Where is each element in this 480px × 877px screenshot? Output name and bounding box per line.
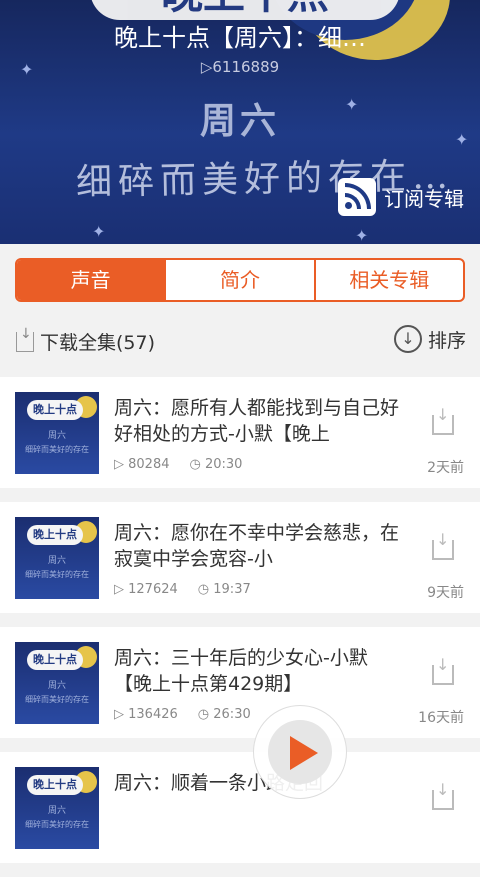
episode-title: 周六：愿所有人都能找到与自己好好相处的方式-小默【晚上 (114, 397, 400, 445)
episode-meta: ▷ 136426 ◷ 26:30 (114, 707, 251, 722)
download-all-button[interactable]: 下载全集(57) (16, 326, 156, 355)
tab-intro[interactable]: 简介 (164, 260, 313, 300)
play-count: ▷ 127624 (114, 582, 178, 597)
list-toolbar: 下载全集(57) ↓ 排序 (0, 320, 480, 364)
download-all-label: 下载全集(57) (40, 332, 156, 354)
download-icon[interactable] (432, 780, 454, 810)
star-icon: ✦ (20, 60, 34, 79)
star-icon: ✦ (455, 130, 469, 149)
play-count: ▷ 136426 (114, 707, 178, 722)
episode-title: 周六：愿你在不幸中学会慈悲，在寂寞中学会宽容-小 (114, 522, 400, 570)
episode-thumbnail: 晚上十点 周六 细碎而美好的存在 (15, 642, 99, 724)
star-icon: ✦ (92, 222, 106, 241)
duration: ◷ 19:37 (197, 582, 251, 597)
list-item[interactable]: 晚上十点 周六 细碎而美好的存在 周六：顺着一条小路走回 (0, 752, 480, 863)
episode-meta: ▷ 80284 ◷ 20:30 (114, 457, 242, 472)
episode-age: 2天前 (427, 460, 464, 476)
duration: ◷ 26:30 (197, 707, 251, 722)
sort-arrow-icon: ↓ (393, 325, 422, 353)
duration: ◷ 20:30 (189, 457, 243, 472)
sort-button[interactable]: ↓ 排序 (393, 325, 466, 353)
episode-age: 9天前 (427, 585, 464, 601)
album-title: 晚上十点【周六】：细… (114, 24, 366, 52)
subscribe-label: 订阅专辑 (384, 186, 464, 211)
download-icon[interactable] (432, 655, 454, 685)
subscribe-album-button[interactable]: 订阅专辑 (338, 178, 464, 216)
cover-subtitle-day: 周六 (199, 100, 280, 142)
episode-meta: ▷ 127624 ◷ 19:37 (114, 582, 251, 597)
tab-related-albums[interactable]: 相关专辑 (313, 260, 463, 300)
album-header: 晚上十点 晚上十点【周六】：细… ▷6116889 周六 细碎而美好的存在… ✦… (0, 0, 480, 244)
download-icon[interactable] (432, 530, 454, 560)
rss-icon (338, 178, 376, 216)
download-icon[interactable] (432, 405, 454, 435)
play-count: ▷ 80284 (114, 457, 170, 472)
star-icon: ✦ (355, 226, 369, 244)
episode-thumbnail: 晚上十点 周六 细碎而美好的存在 (15, 517, 99, 599)
play-icon (290, 736, 318, 770)
episode-list: 晚上十点 周六 细碎而美好的存在 周六：愿所有人都能找到与自己好好相处的方式-小默… (0, 377, 480, 877)
episode-age: 16天前 (418, 710, 464, 726)
list-item[interactable]: 晚上十点 周六 细碎而美好的存在 周六：愿你在不幸中学会慈悲，在寂寞中学会宽容-小… (0, 502, 480, 613)
download-icon (16, 326, 34, 352)
album-play-count: ▷6116889 (200, 58, 280, 76)
list-item[interactable]: 晚上十点 周六 细碎而美好的存在 周六：愿所有人都能找到与自己好好相处的方式-小默… (0, 377, 480, 488)
sort-label: 排序 (427, 329, 466, 352)
episode-title: 周六：三十年后的少女心-小默【晚上十点第429期】 (114, 647, 368, 695)
banner-logo: 晚上十点 (90, 0, 400, 20)
tab-sounds[interactable]: 声音 (17, 260, 165, 300)
tab-bar: 声音 简介 相关专辑 (15, 258, 465, 302)
episode-thumbnail: 晚上十点 周六 细碎而美好的存在 (15, 767, 99, 849)
star-icon: ✦ (345, 95, 359, 114)
list-item[interactable]: 晚上十点 周六 细碎而美好的存在 周六：三十年后的少女心-小默【晚上十点第429期… (0, 627, 480, 738)
mini-player-button[interactable] (253, 705, 347, 799)
episode-thumbnail: 晚上十点 周六 细碎而美好的存在 (15, 392, 99, 474)
